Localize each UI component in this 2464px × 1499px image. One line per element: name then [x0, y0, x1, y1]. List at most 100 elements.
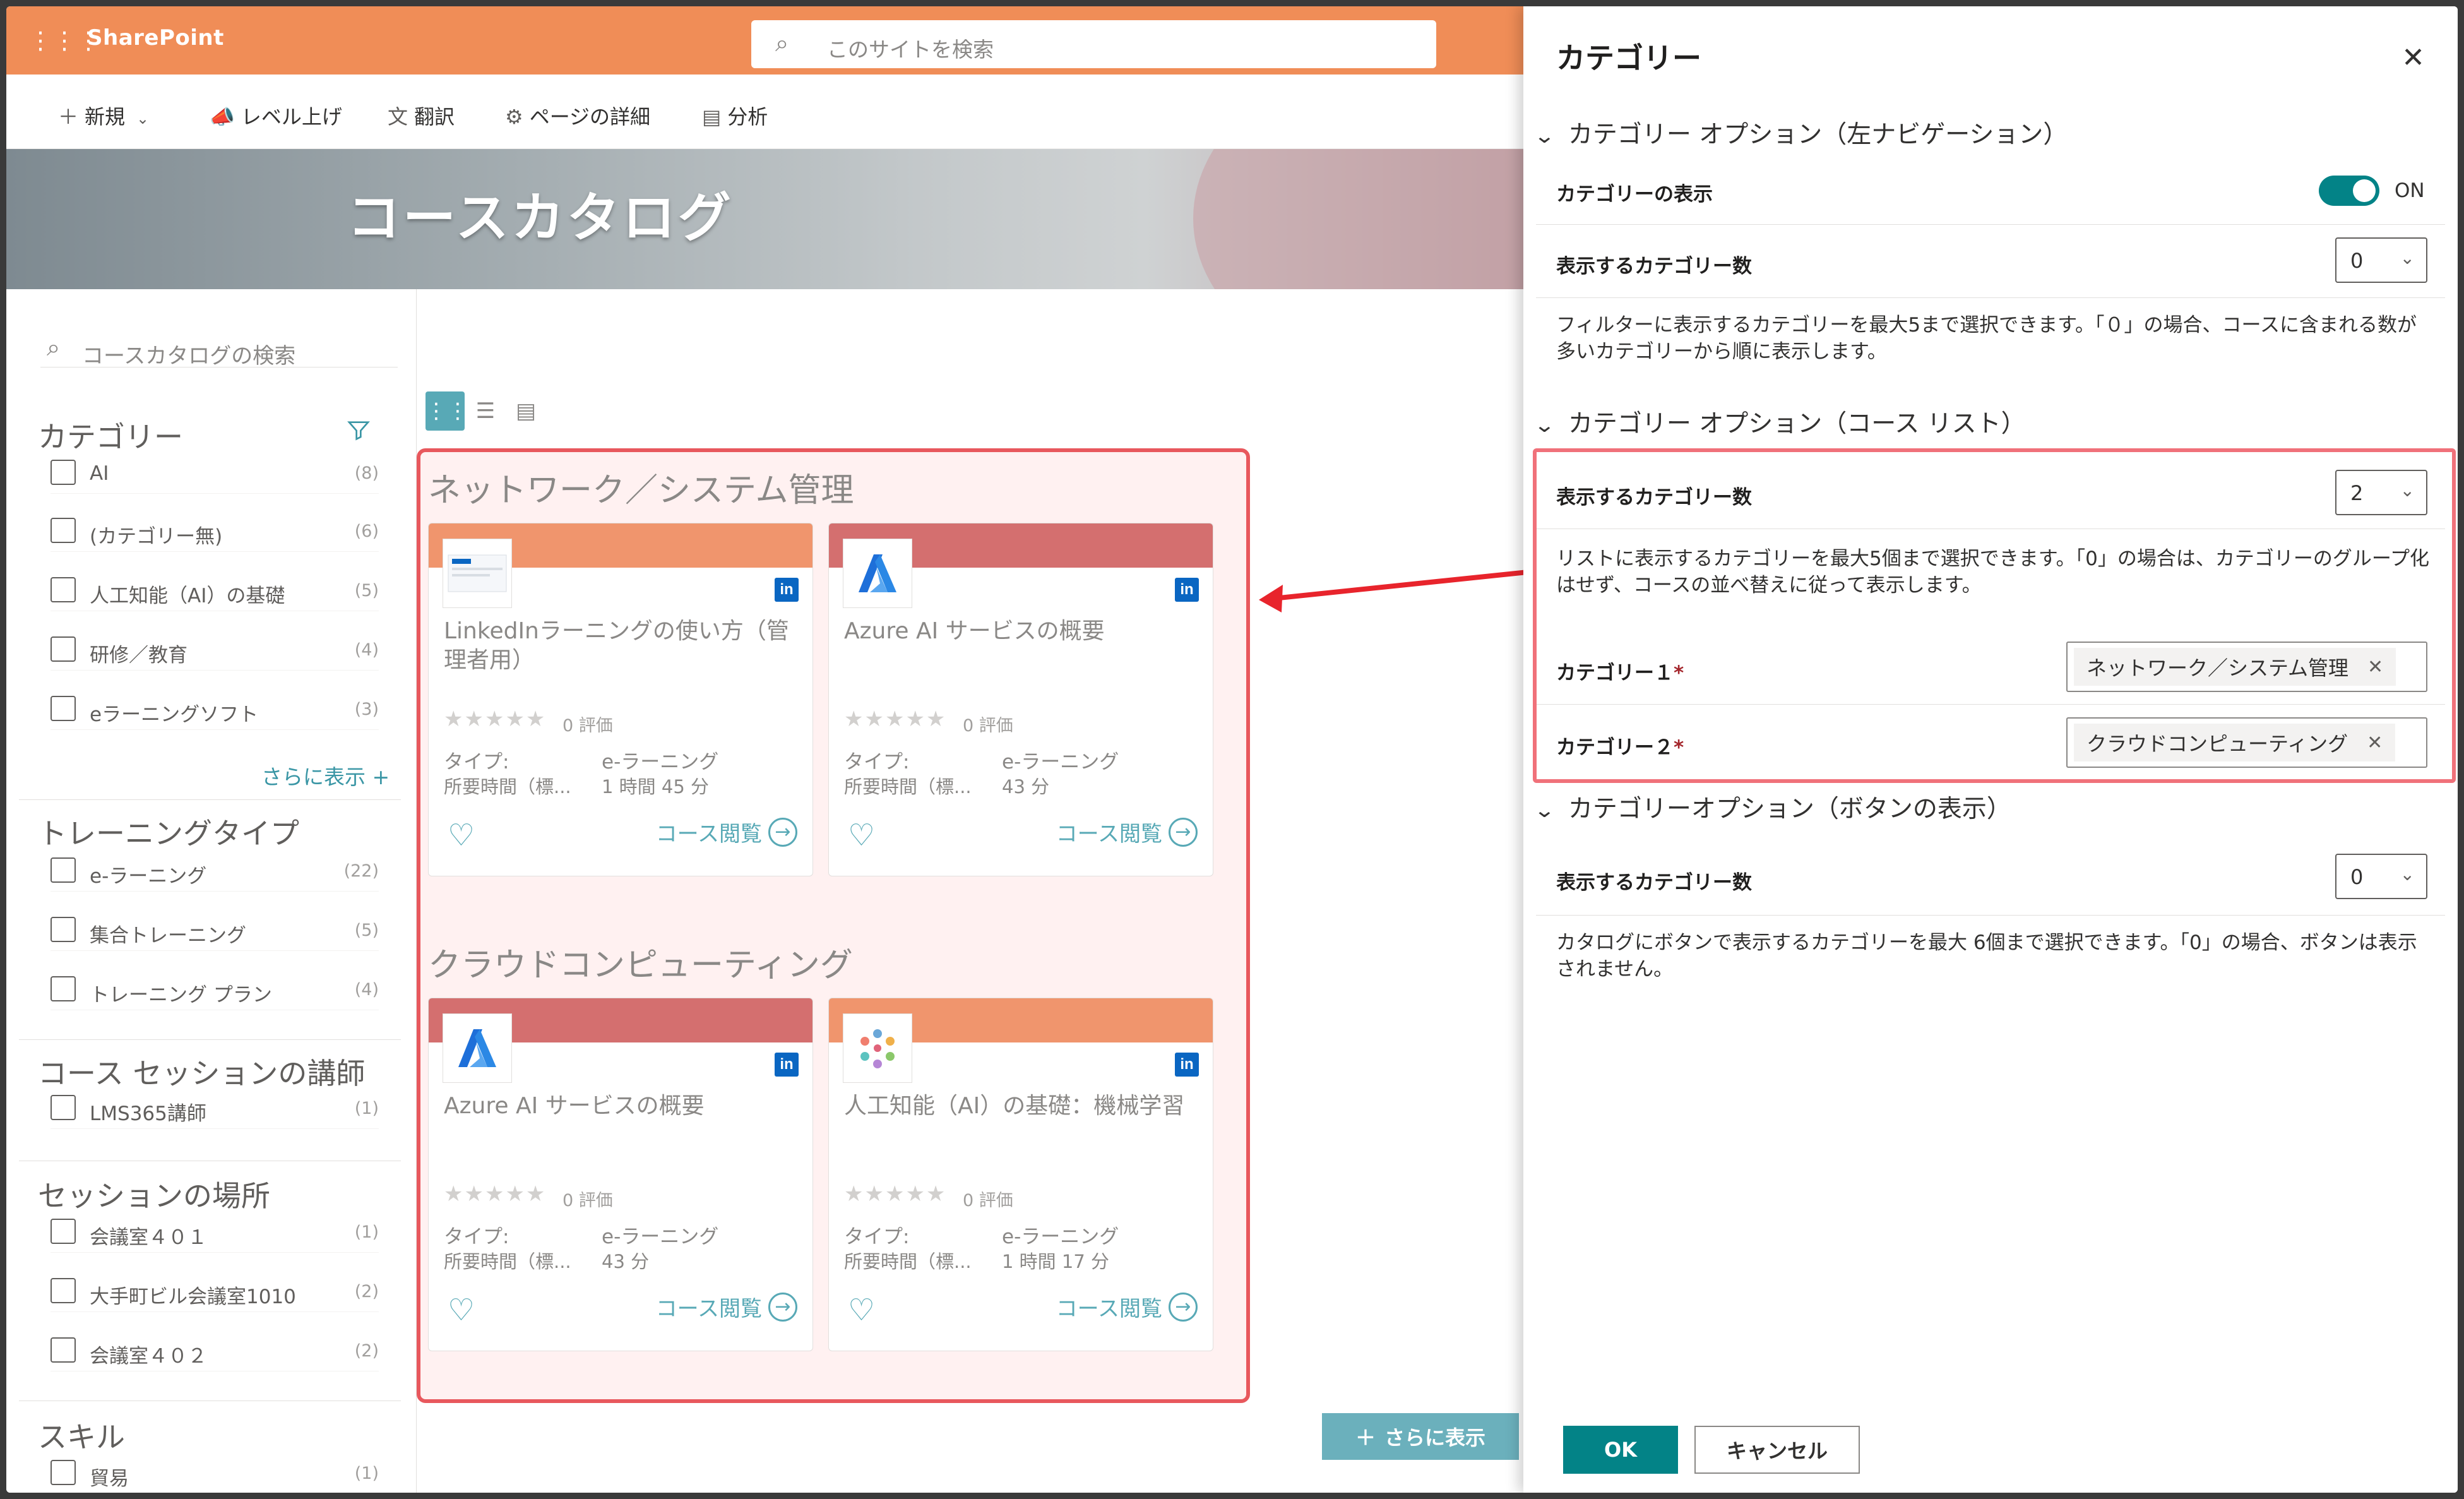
cancel-button[interactable]: キャンセル [1694, 1426, 1860, 1474]
filter-count: (1) [354, 1222, 379, 1242]
analytics-label: 分析 [727, 105, 768, 129]
type-label: タイプ: [444, 1226, 509, 1248]
dropdown-value: 0 [2350, 249, 2364, 273]
filter-item-trade[interactable]: 貿易 (1) [51, 1450, 379, 1493]
filter-item-training[interactable]: 研修／教育 (4) [51, 626, 379, 671]
chevron-down-icon: ⌄ [1533, 798, 1556, 822]
filter-label: 会議室４０１ [90, 1226, 207, 1249]
duration-value: 43 分 [602, 1251, 650, 1272]
checkbox[interactable] [51, 1460, 76, 1485]
app-launcher-icon[interactable]: ⋮⋮⋮ [28, 28, 100, 52]
search-placeholder: このサイトを検索 [827, 37, 994, 62]
checkbox[interactable] [51, 577, 76, 602]
filter-item-elearning-soft[interactable]: eラーニングソフト (3) [51, 686, 379, 730]
ok-button[interactable]: OK [1563, 1426, 1678, 1474]
button-count-dropdown[interactable]: 0 ⌄ [2335, 854, 2427, 899]
course-card[interactable]: in 人工知能（AI）の基礎：機械学習 ★★★★★ 0 評価 タイプ: e-ラー… [828, 998, 1213, 1351]
training-type-title: トレーニングタイプ [38, 816, 299, 851]
course-card[interactable]: in Azure AI サービスの概要 ★★★★★ 0 評価 タイプ: e-ラー… [828, 523, 1213, 876]
filter-item-training-plan[interactable]: トレーニング プラン (4) [51, 966, 379, 1010]
analytics-button[interactable]: ▤ 分析 [702, 101, 768, 130]
type-label: タイプ: [844, 1226, 910, 1248]
course-title[interactable]: LinkedInラーニングの使い方（管理者用） [444, 617, 797, 675]
heart-icon[interactable]: ♡ [448, 818, 475, 853]
checkbox[interactable] [51, 917, 76, 942]
checkbox[interactable] [51, 1219, 76, 1244]
catalog-search-input[interactable]: ⌕ コースカタログの検索 [40, 330, 398, 369]
rating-count: 0 評価 [963, 716, 1013, 736]
section-title: カテゴリー オプション（コース リスト） [1568, 410, 2026, 438]
checkbox[interactable] [51, 518, 76, 543]
filter-icon[interactable] [346, 418, 371, 443]
translate-button[interactable]: 文翻訳 [388, 101, 455, 130]
course-title[interactable]: Azure AI サービスの概要 [844, 617, 1198, 646]
filter-label: eラーニングソフト [90, 703, 259, 726]
toggle-state-label: ON [2395, 179, 2425, 202]
duration-value: 43 分 [1002, 776, 1050, 797]
course-card[interactable]: in LinkedInラーニングの使い方（管理者用） ★★★★★ 0 評価 タイ… [428, 523, 813, 876]
checkbox[interactable] [51, 696, 76, 721]
checkbox[interactable] [51, 976, 76, 1001]
filter-label: 会議室４０２ [90, 1345, 207, 1368]
suite-bar: ⋮⋮⋮ SharePoint ⌕ このサイトを検索 [6, 6, 1525, 75]
course-title[interactable]: 人工知能（AI）の基礎：機械学習 [844, 1092, 1198, 1121]
filter-item-elearning[interactable]: e-ラーニング (22) [51, 847, 379, 892]
filter-item-no-category[interactable]: (カテゴリー無) (6) [51, 508, 379, 552]
calendar-view-icon[interactable]: ▤ [506, 391, 545, 431]
course-title[interactable]: Azure AI サービスの概要 [444, 1092, 797, 1121]
open-course-link[interactable]: コース閲覧 → [1056, 1291, 1198, 1322]
section-buttons-header[interactable]: ⌄ カテゴリーオプション（ボタンの表示） [1533, 789, 2011, 825]
new-button[interactable]: ＋新規 ⌄ [58, 101, 155, 130]
show-more-button[interactable]: ＋ さらに表示 [1322, 1413, 1519, 1460]
close-icon[interactable]: ✕ [2402, 42, 2425, 74]
promote-button[interactable]: 📣 レベル上げ [210, 101, 342, 130]
checkbox[interactable] [51, 1278, 76, 1303]
heart-icon[interactable]: ♡ [848, 818, 875, 853]
open-course-link[interactable]: コース閲覧 → [656, 1291, 797, 1322]
checkbox[interactable] [51, 1095, 76, 1120]
arrow-right-circle-icon: → [768, 817, 797, 847]
category-show-more-link[interactable]: さらに表示 + [261, 760, 390, 791]
heart-icon[interactable]: ♡ [848, 1293, 875, 1328]
command-bar: ＋新規 ⌄ 📣 レベル上げ 文翻訳 ⚙ ページの詳細 ▤ 分析 [6, 75, 1525, 149]
annotation-arrow-icon [1259, 570, 1528, 612]
open-course-link[interactable]: コース閲覧 → [656, 816, 797, 847]
chart-icon: ▤ [702, 105, 722, 129]
filter-item-lms365-instructor[interactable]: LMS365講師 (1) [51, 1085, 379, 1129]
open-course-link[interactable]: コース閲覧 → [1056, 816, 1198, 847]
filter-item-ai[interactable]: AI (8) [51, 450, 379, 494]
filter-item-room-402[interactable]: 会議室４０２ (2) [51, 1327, 379, 1371]
filter-item-room-401[interactable]: 会議室４０１ (1) [51, 1209, 379, 1253]
checkbox[interactable] [51, 636, 76, 662]
category-count-dropdown[interactable]: 0 ⌄ [2335, 237, 2427, 283]
grid-view-icon[interactable]: ⋮⋮⋮ [426, 391, 490, 431]
filter-item-ai-basics[interactable]: 人工知能（AI）の基礎 (5) [51, 567, 379, 611]
left-nav-description: フィルターに表示するカテゴリーを最大5まで選択できます。「０」の場合、コースに含… [1556, 314, 2417, 363]
show-categories-toggle[interactable] [2319, 176, 2379, 206]
filter-label: 大手町ビル会議室1010 [90, 1286, 296, 1308]
divider [19, 1400, 401, 1401]
heart-icon[interactable]: ♡ [448, 1293, 475, 1328]
app-name[interactable]: SharePoint [87, 25, 224, 51]
show-categories-label: カテゴリーの表示 [1556, 183, 1713, 206]
filter-item-otemachi-1010[interactable]: 大手町ビル会議室1010 (2) [51, 1268, 379, 1312]
list-view-icon[interactable]: ☰ [466, 391, 505, 431]
section-left-nav-header[interactable]: ⌄ カテゴリー オプション（左ナビゲーション） [1533, 115, 2068, 150]
course-card[interactable]: in Azure AI サービスの概要 ★★★★★ 0 評価 タイプ: e-ラー… [428, 998, 813, 1351]
site-search-input[interactable]: ⌕ このサイトを検索 [751, 20, 1436, 68]
app-window: ⋮⋮⋮ SharePoint ⌕ このサイトを検索 ＋新規 ⌄ 📣 レベル上げ 文翻… [6, 6, 2458, 1493]
azure-logo-icon [458, 1029, 496, 1067]
filter-label: 集合トレーニング [90, 924, 246, 947]
category-count-label: 表示するカテゴリー数 [1556, 871, 1752, 894]
filter-item-classroom[interactable]: 集合トレーニング (5) [51, 907, 379, 951]
rating-count: 0 評価 [963, 1191, 1013, 1210]
section-course-list-header[interactable]: ⌄ カテゴリー オプション（コース リスト） [1533, 404, 2026, 439]
page-details-button[interactable]: ⚙ ページの詳細 [505, 101, 650, 130]
checkbox[interactable] [51, 1337, 76, 1363]
duration-label: 所要時間（標... [444, 1251, 571, 1272]
filter-label: e-ラーニング [90, 865, 207, 888]
checkbox[interactable] [51, 460, 76, 485]
filter-count: (1) [354, 1099, 379, 1118]
checkbox[interactable] [51, 857, 76, 883]
filter-label: 貿易 [90, 1467, 129, 1490]
